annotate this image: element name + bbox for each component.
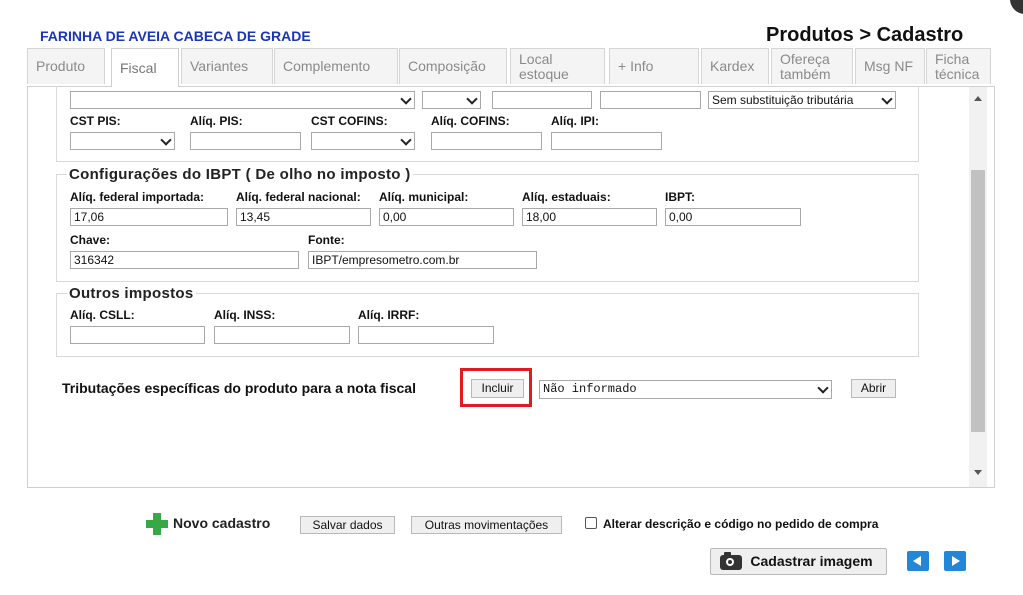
chevron-down-icon xyxy=(160,134,172,146)
tab-info[interactable]: + Info xyxy=(609,48,699,84)
checkbox-label: Alterar descrição e código no pedido de … xyxy=(603,517,879,531)
chave-input[interactable]: 316342 xyxy=(70,251,299,269)
csll-label: Alíq. CSLL: xyxy=(70,308,135,322)
cst-cofins-select[interactable] xyxy=(311,132,415,150)
tab-bar: Produto Fiscal Variantes Complemento Com… xyxy=(27,48,995,87)
tab-produto[interactable]: Produto xyxy=(27,48,105,84)
product-name: FARINHA DE AVEIA CABECA DE GRADE xyxy=(40,28,311,44)
tributacao-select[interactable]: Não informado xyxy=(539,380,832,399)
scroll-down-icon[interactable] xyxy=(974,470,982,475)
chave-label: Chave: xyxy=(70,233,111,247)
irrf-label: Alíq. IRRF: xyxy=(358,308,420,322)
tab-ofereca-tambem[interactable]: Ofereça também xyxy=(771,48,853,84)
chevron-down-icon xyxy=(881,93,893,105)
municipal-label: Alíq. municipal: xyxy=(379,190,469,204)
camera-icon xyxy=(720,552,742,570)
new-record-button[interactable]: Novo cadastro xyxy=(173,515,270,531)
federal-importada-label: Alíq. federal importada: xyxy=(70,190,205,204)
corner-decoration xyxy=(1010,0,1023,14)
municipal-input[interactable]: 0,00 xyxy=(379,208,514,226)
tab-composicao[interactable]: Composição xyxy=(399,48,507,84)
outros-fieldset xyxy=(56,293,919,357)
aliq-pis-label: Alíq. PIS: xyxy=(190,114,243,128)
cfop-select[interactable] xyxy=(70,91,415,109)
cst-cofins-label: CST COFINS: xyxy=(311,114,388,128)
tab-kardex[interactable]: Kardex xyxy=(701,48,769,84)
prev-arrow-icon[interactable] xyxy=(907,551,929,571)
ibpt-legend: Configurações do IBPT ( De olho no impos… xyxy=(67,166,413,183)
fonte-label: Fonte: xyxy=(308,233,345,247)
other-moves-button[interactable]: Outras movimentações xyxy=(411,516,562,534)
next-arrow-icon[interactable] xyxy=(944,551,966,571)
aliq-cofins-label: Alíq. COFINS: xyxy=(431,114,510,128)
federal-importada-input[interactable]: 17,06 xyxy=(70,208,228,226)
aliq-ipi-label: Alíq. IPI: xyxy=(551,114,599,128)
federal-nacional-input[interactable]: 13,45 xyxy=(236,208,371,226)
substitution-select[interactable]: Sem substituição tributária xyxy=(708,91,896,109)
tab-fiscal[interactable]: Fiscal xyxy=(111,48,179,87)
include-button[interactable]: Incluir xyxy=(471,379,524,398)
save-button[interactable]: Salvar dados xyxy=(300,516,395,534)
tax-field-b[interactable] xyxy=(600,91,701,109)
chevron-down-icon xyxy=(817,382,829,394)
cst-pis-label: CST PIS: xyxy=(70,114,121,128)
origin-select[interactable] xyxy=(422,91,481,109)
chevron-down-icon xyxy=(400,134,412,146)
tab-msg-nf[interactable]: Msg NF xyxy=(855,48,925,84)
tax-field-a[interactable] xyxy=(492,91,592,109)
federal-nacional-label: Alíq. federal nacional: xyxy=(236,190,361,204)
inss-label: Alíq. INSS: xyxy=(214,308,276,322)
tab-ficha-tecnica[interactable]: Ficha técnica xyxy=(926,48,991,84)
cst-pis-select[interactable] xyxy=(70,132,175,150)
ibpt-label: IBPT: xyxy=(665,190,695,204)
chevron-down-icon xyxy=(400,93,412,105)
tab-variantes[interactable]: Variantes xyxy=(181,48,273,84)
tab-local-estoque[interactable]: Local estoque xyxy=(510,48,605,84)
irrf-input[interactable] xyxy=(358,326,494,344)
estaduais-input[interactable]: 18,00 xyxy=(522,208,657,226)
aliq-ipi-input[interactable] xyxy=(551,132,662,150)
aliq-cofins-input[interactable] xyxy=(431,132,542,150)
ibpt-input[interactable]: 0,00 xyxy=(665,208,801,226)
scrollbar-thumb[interactable] xyxy=(971,170,985,432)
plus-icon[interactable] xyxy=(146,513,168,535)
open-button[interactable]: Abrir xyxy=(851,379,896,398)
estaduais-label: Alíq. estaduais: xyxy=(522,190,611,204)
tributacoes-label: Tributações específicas do produto para … xyxy=(62,380,416,396)
aliq-pis-input[interactable] xyxy=(190,132,301,150)
csll-input[interactable] xyxy=(70,326,205,344)
fonte-input[interactable]: IBPT/empresometro.com.br xyxy=(308,251,537,269)
page-title: Produtos > Cadastro xyxy=(766,24,964,46)
scroll-up-icon[interactable] xyxy=(974,96,982,101)
outros-legend: Outros impostos xyxy=(67,285,196,302)
change-description-checkbox[interactable] xyxy=(585,517,597,529)
inss-input[interactable] xyxy=(214,326,350,344)
tab-complemento[interactable]: Complemento xyxy=(274,48,398,84)
chevron-down-icon xyxy=(466,93,478,105)
